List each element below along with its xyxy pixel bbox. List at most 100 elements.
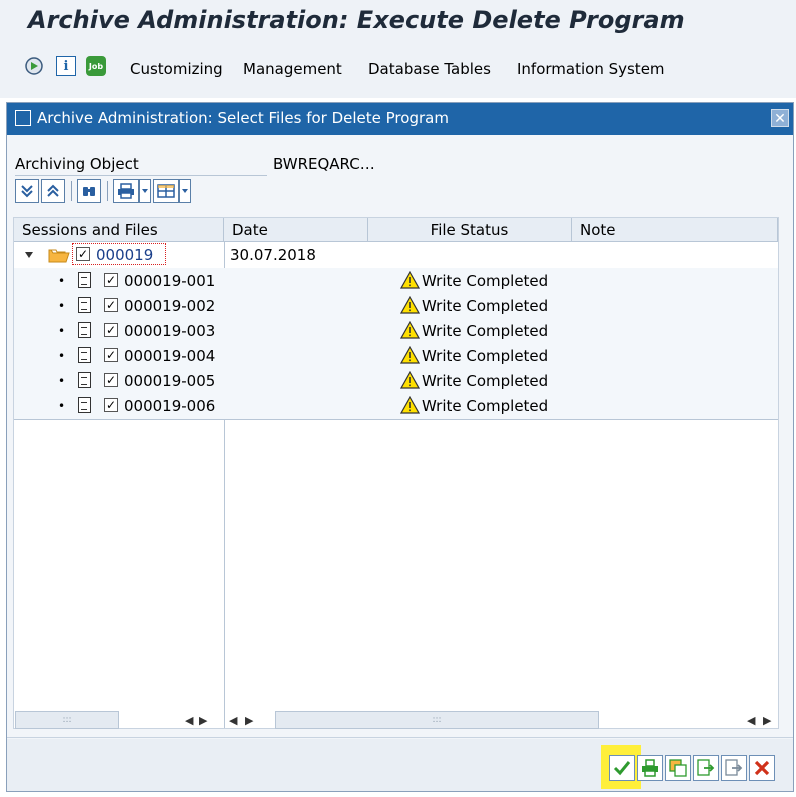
file-checkbox[interactable]: ✓ (104, 298, 118, 312)
scroll-grip: ::: (432, 715, 442, 725)
scroll-left-arrow[interactable]: ◀ (185, 714, 193, 727)
menu-management[interactable]: Management (243, 60, 342, 78)
print-icon (642, 759, 658, 777)
file-checkbox[interactable]: ✓ (104, 273, 118, 287)
cancel-button[interactable] (749, 755, 775, 781)
scroll-right-arrow[interactable]: ▶ (763, 714, 771, 727)
file-name: 000019-002 (124, 297, 216, 315)
layout-button[interactable] (153, 179, 179, 203)
file-name: 000019-005 (124, 372, 216, 390)
menu-customizing[interactable]: Customizing (130, 60, 223, 78)
dialog-title: Archive Administration: Select Files for… (37, 109, 449, 127)
scroll-right-arrow[interactable]: ▶ (199, 714, 207, 727)
scroll-grip: ::: (62, 715, 72, 725)
layout-grid-icon (157, 184, 175, 198)
document-icon (78, 297, 91, 313)
collapse-all-button[interactable] (41, 179, 65, 203)
toolbar-separator (107, 181, 108, 201)
export-icon (697, 759, 715, 776)
bullet: • (58, 299, 66, 313)
dialog-window-icon (15, 110, 31, 126)
print-list-button[interactable] (637, 755, 663, 781)
export-button[interactable] (693, 755, 719, 781)
document-icon (78, 397, 91, 413)
scroll-right-arrow[interactable]: ▶ (245, 714, 253, 727)
menu-database-tables[interactable]: Database Tables (368, 60, 491, 78)
expand-all-button[interactable] (15, 179, 39, 203)
close-icon[interactable]: ✕ (771, 109, 789, 127)
print-options-dropdown[interactable] (139, 179, 151, 203)
column-header-date[interactable]: Date (224, 218, 368, 242)
session-id: 000019 (96, 246, 154, 264)
copy-icon (669, 759, 687, 777)
copy-button[interactable] (665, 755, 691, 781)
job-icon[interactable]: Job (86, 56, 106, 76)
file-checkbox[interactable]: ✓ (104, 323, 118, 337)
select-files-dialog: Archive Administration: Select Files for… (6, 102, 794, 792)
file-checkbox[interactable]: ✓ (104, 373, 118, 387)
file-row[interactable]: • ✓ 000019-001 Write Completed (14, 268, 778, 293)
import-button[interactable] (721, 755, 747, 781)
file-row[interactable]: • ✓ 000019-005 Write Completed (14, 368, 778, 393)
dropdown-arrow-icon (182, 189, 188, 193)
field-divider (15, 175, 267, 176)
find-button[interactable] (77, 179, 101, 203)
session-checkbox[interactable]: ✓ (76, 247, 90, 261)
toolbar-separator (71, 181, 72, 201)
bullet: • (58, 374, 66, 388)
footer-divider (7, 737, 793, 738)
open-folder-icon (48, 249, 70, 263)
column-header-note[interactable]: Note (572, 218, 778, 242)
file-row[interactable]: • ✓ 000019-004 Write Completed (14, 343, 778, 368)
file-row[interactable]: • ✓ 000019-006 Write Completed (14, 393, 778, 419)
file-status: Write Completed (422, 397, 549, 415)
file-name: 000019-004 (124, 347, 216, 365)
file-status: Write Completed (422, 372, 549, 390)
document-icon (78, 272, 91, 288)
bullet: • (58, 399, 66, 413)
file-checkbox[interactable]: ✓ (104, 348, 118, 362)
binoculars-icon (83, 187, 95, 196)
menu-information-system[interactable]: Information System (517, 60, 665, 78)
left-hscroll-track[interactable]: ::: (15, 711, 119, 729)
column-header-sessions[interactable]: Sessions and Files (14, 218, 224, 242)
warning-icon (400, 371, 420, 389)
file-name: 000019-006 (124, 397, 216, 415)
session-row[interactable]: ✓ 000019 30.07.2018 (14, 242, 778, 267)
warning-icon (400, 296, 420, 314)
info-icon[interactable]: i (56, 56, 76, 76)
expand-all-icon (21, 185, 33, 198)
file-row[interactable]: • ✓ 000019-002 Write Completed (14, 293, 778, 318)
layout-options-dropdown[interactable] (179, 179, 191, 203)
continue-button[interactable] (609, 755, 635, 781)
cancel-icon (754, 760, 770, 776)
document-icon (78, 322, 91, 338)
column-header-file-status[interactable]: File Status (368, 218, 572, 242)
scroll-left-arrow[interactable]: ◀ (747, 714, 755, 727)
title-bar: Archive Administration: Execute Delete P… (0, 0, 796, 42)
expand-arrow-icon[interactable] (24, 250, 34, 260)
dropdown-arrow-icon (142, 189, 148, 193)
window-title: Archive Administration: Execute Delete P… (28, 6, 685, 34)
scroll-left-arrow[interactable]: ◀ (229, 714, 237, 727)
file-name: 000019-003 (124, 322, 216, 340)
document-icon (78, 372, 91, 388)
print-icon (118, 183, 134, 199)
import-icon (725, 759, 743, 776)
file-row[interactable]: • ✓ 000019-003 Write Completed (14, 318, 778, 343)
collapse-all-icon (47, 184, 59, 197)
bullet: • (58, 324, 66, 338)
warning-icon (400, 346, 420, 364)
execute-icon[interactable] (24, 56, 44, 76)
app-toolbar: i Job Customizing Management Database Ta… (0, 42, 796, 98)
print-button[interactable] (113, 179, 139, 203)
file-checkbox[interactable]: ✓ (104, 398, 118, 412)
archiving-object-label: Archiving Object (15, 155, 139, 173)
file-name: 000019-001 (124, 272, 216, 290)
file-status: Write Completed (422, 297, 549, 315)
session-date: 30.07.2018 (230, 246, 316, 264)
file-status: Write Completed (422, 347, 549, 365)
files-tree: Sessions and Files Date File Status Note… (13, 217, 779, 729)
right-hscroll-track[interactable]: ::: (275, 711, 599, 729)
rows-bottom-border (14, 419, 778, 420)
